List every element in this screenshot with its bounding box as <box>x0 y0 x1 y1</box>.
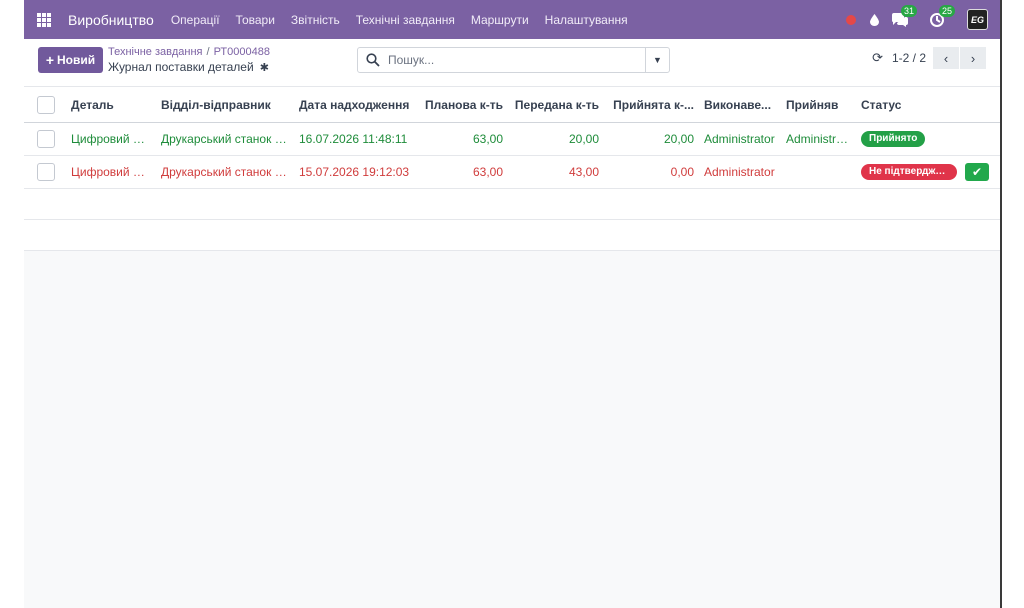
column-header-executor[interactable]: Виконаве... <box>699 88 781 123</box>
cell-sender[interactable]: Друкарський станок [1... <box>156 155 294 189</box>
cell-sender[interactable]: Друкарський станок [1... <box>156 122 294 156</box>
activity-badge: 25 <box>939 4 956 17</box>
table-header-row: Деталь Відділ-відправник Дата надходженн… <box>24 88 1000 123</box>
gear-icon[interactable]: ✱ <box>260 61 269 74</box>
empty-row <box>24 220 1000 251</box>
cell-executor[interactable]: Administrator <box>699 122 781 156</box>
cell-transferred[interactable]: 20,00 <box>508 122 604 156</box>
breadcrumb: Технічне завдання / РТ0000488 <box>108 46 270 58</box>
row-checkbox[interactable] <box>37 129 55 148</box>
search-input[interactable]: Пошук... <box>388 53 645 67</box>
cell-date[interactable]: 16.07.2026 11:48:11 <box>294 122 418 156</box>
column-header-detail[interactable]: Деталь <box>66 88 156 123</box>
main-menu: Операції Товари Звітність Технічні завда… <box>171 13 644 27</box>
table-row[interactable]: Цифровий др... Друкарський станок [1... … <box>24 155 1000 189</box>
page-title-row: Журнал поставки деталей ✱ <box>108 60 269 74</box>
empty-row <box>24 187 1000 220</box>
breadcrumb-record[interactable]: РТ0000488 <box>214 46 270 58</box>
apps-grid-icon[interactable] <box>37 12 51 27</box>
app-title[interactable]: Виробництво <box>68 12 154 28</box>
cell-planned[interactable]: 63,00 <box>418 122 508 156</box>
menu-operations[interactable]: Операції <box>171 13 220 27</box>
cell-accepted-by[interactable]: Administrator <box>781 122 856 156</box>
row-select-cell <box>24 155 66 189</box>
cell-detail[interactable]: Цифровий др... <box>66 122 156 156</box>
select-all-checkbox[interactable] <box>37 95 55 114</box>
pager-value[interactable]: 1-2 / 2 <box>892 51 926 65</box>
table-row[interactable]: Цифровий др... Друкарський станок [1... … <box>24 122 1000 156</box>
column-header-sender[interactable]: Відділ-відправник <box>156 88 294 123</box>
chevron-right-icon[interactable]: › <box>960 47 986 69</box>
cell-date[interactable]: 15.07.2026 19:12:03 <box>294 155 418 189</box>
systray: 31 25 EG <box>846 0 988 39</box>
cell-planned[interactable]: 63,00 <box>418 155 508 189</box>
cell-status: Не підтверджено ✔ <box>856 155 1000 189</box>
top-navbar: Виробництво Операції Товари Звітність Те… <box>24 0 1000 39</box>
control-panel: + Новий Технічне завдання / РТ0000488 Журн… <box>24 39 1000 87</box>
cell-transferred[interactable]: 43,00 <box>508 155 604 189</box>
menu-routes[interactable]: Маршрути <box>471 13 529 27</box>
column-header-date[interactable]: Дата надходження <box>294 88 418 123</box>
column-header-planned[interactable]: Планова к-ть <box>418 88 508 123</box>
cell-accepted[interactable]: 0,00 <box>604 155 699 189</box>
select-all-cell <box>24 88 66 123</box>
breadcrumb-separator: / <box>206 46 210 58</box>
check-icon[interactable]: ✔ <box>965 162 989 181</box>
user-avatar[interactable]: EG <box>967 9 988 30</box>
clock-icon[interactable]: 25 <box>929 4 956 28</box>
cell-executor[interactable]: Administrator <box>699 155 781 189</box>
search-bar[interactable]: Пошук... ▼ <box>357 47 670 73</box>
status-badge: Прийнято <box>861 131 926 147</box>
red-dot-icon[interactable] <box>846 14 856 25</box>
cell-accepted[interactable]: 20,00 <box>604 122 699 156</box>
caret-down-icon[interactable]: ▼ <box>645 48 669 72</box>
search-icon <box>366 53 380 67</box>
breadcrumb-parent[interactable]: Технічне завдання <box>108 46 203 58</box>
column-header-accepted-by[interactable]: Прийняв <box>781 88 856 123</box>
chat-icon[interactable]: 31 <box>891 4 918 28</box>
chat-badge: 31 <box>901 4 918 17</box>
list-empty-area <box>24 251 1000 608</box>
list-table: Деталь Відділ-відправник Дата надходженн… <box>24 88 1000 189</box>
app-window: Виробництво Операції Товари Звітність Те… <box>24 0 1002 608</box>
new-button-label: Новий <box>57 53 96 67</box>
refresh-icon[interactable]: ⟳ <box>872 50 883 66</box>
column-header-accepted[interactable]: Прийнята к-... <box>604 88 699 123</box>
menu-reporting[interactable]: Звітність <box>291 13 340 27</box>
new-button[interactable]: + Новий <box>38 47 103 73</box>
pager: ⟳ 1-2 / 2 ‹ › <box>872 47 986 69</box>
column-header-transferred[interactable]: Передана к-ть <box>508 88 604 123</box>
menu-technical-tasks[interactable]: Технічні завдання <box>356 13 455 27</box>
row-checkbox[interactable] <box>37 162 55 181</box>
page-title: Журнал поставки деталей <box>108 60 254 74</box>
chevron-left-icon[interactable]: ‹ <box>933 47 959 69</box>
cell-accepted-by[interactable] <box>781 155 856 189</box>
column-header-status[interactable]: Статус <box>856 88 1000 123</box>
menu-products[interactable]: Товари <box>236 13 275 27</box>
drop-icon[interactable] <box>870 13 879 26</box>
plus-icon: + <box>45 52 55 68</box>
cell-status: Прийнято <box>856 122 1000 156</box>
status-badge: Не підтверджено <box>861 163 957 180</box>
cell-detail[interactable]: Цифровий др... <box>66 155 156 189</box>
menu-settings[interactable]: Налаштування <box>545 13 628 27</box>
row-select-cell <box>24 122 66 156</box>
